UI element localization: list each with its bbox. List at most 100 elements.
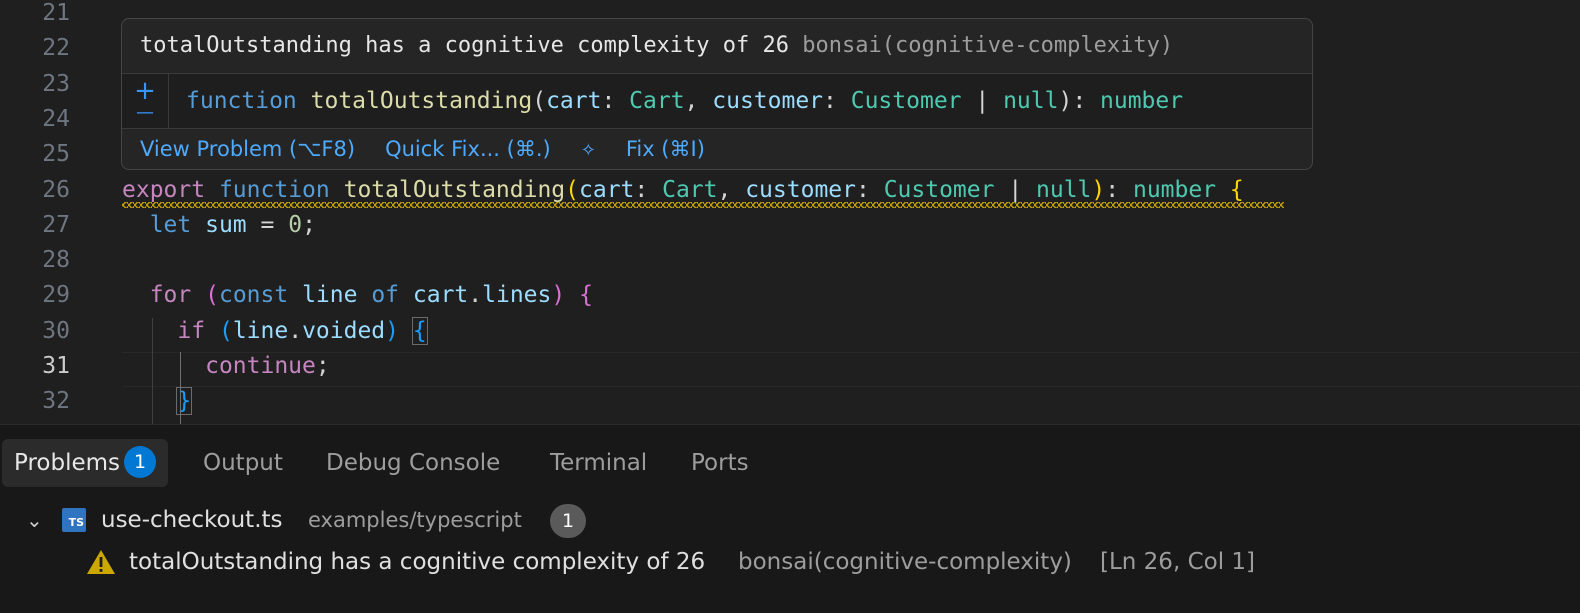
code-token: = xyxy=(246,211,289,238)
code-token: . xyxy=(288,317,303,344)
code-token: Customer xyxy=(850,88,962,114)
code-token: : xyxy=(634,176,663,203)
code-content: if (line.voided) { xyxy=(122,314,428,349)
code-token: ( xyxy=(565,176,580,203)
code-line[interactable]: 30 if (line.voided) { xyxy=(0,314,1580,349)
code-token: null xyxy=(1036,176,1092,203)
code-line[interactable]: 29 for (const line of cart.lines) { xyxy=(0,278,1580,313)
code-token: | xyxy=(961,88,1004,114)
code-token: | xyxy=(994,176,1037,203)
line-number: 26 xyxy=(42,176,70,203)
line-number: 29 xyxy=(42,282,70,309)
line-number: 31 xyxy=(42,353,70,379)
code-token: ) xyxy=(551,282,566,309)
code-token: line xyxy=(302,282,358,309)
warning-squiggle xyxy=(122,202,1284,208)
problem-file-group[interactable]: ⌄ TS use-checkout.ts examples/typescript… xyxy=(0,499,1580,541)
code-content: let sum = 0; xyxy=(122,208,316,243)
line-number: 23 xyxy=(42,70,70,97)
code-token: Cart xyxy=(629,88,685,114)
problem-hover-widget[interactable]: totalOutstanding has a cognitive complex… xyxy=(121,18,1313,170)
indent-guide-active xyxy=(180,352,181,424)
code-line[interactable]: 32 } xyxy=(0,384,1580,419)
problem-item[interactable]: totalOutstanding has a cognitive complex… xyxy=(0,541,1580,583)
code-token: let xyxy=(149,211,192,238)
code-token: : xyxy=(1105,176,1133,203)
tab-problems-label: Problems xyxy=(14,450,121,476)
code-token: : xyxy=(601,88,630,114)
line-number: 21 xyxy=(42,0,70,26)
code-token: if xyxy=(177,317,206,344)
line-number: 30 xyxy=(42,317,70,344)
code-token: voided xyxy=(302,317,386,344)
view-problem-link[interactable]: View Problem (⌥F8) xyxy=(140,137,355,161)
tab-output[interactable]: Output xyxy=(203,439,283,487)
code-token: ; xyxy=(315,353,330,379)
code-token: ( xyxy=(532,88,547,114)
chevron-down-icon[interactable]: ⌄ xyxy=(26,499,43,541)
fix-link[interactable]: ✧ Fix (⌘I) xyxy=(581,137,735,161)
indent-guide xyxy=(152,318,153,424)
warning-icon xyxy=(87,550,115,574)
sparkle-icon: ✧ xyxy=(580,140,596,161)
code-token: function xyxy=(186,88,297,114)
code-token: { xyxy=(411,316,428,345)
code-token: customer xyxy=(745,176,856,203)
code-token: , xyxy=(684,88,713,114)
code-editor[interactable]: 21 22 23 24 25 26 export function totalOutstan… xyxy=(0,0,1580,424)
tab-problems[interactable]: Problems 1 xyxy=(2,439,169,487)
code-token: cart xyxy=(579,176,635,203)
tab-debug-console[interactable]: Debug Console xyxy=(326,439,500,487)
code-token: customer xyxy=(712,88,824,114)
line-number: 27 xyxy=(42,211,70,238)
code-token: for xyxy=(149,282,192,309)
problem-message: totalOutstanding has a cognitive complex… xyxy=(129,549,706,575)
code-token: : xyxy=(1072,88,1101,114)
code-token: ) xyxy=(385,317,400,344)
code-token: ) xyxy=(1091,176,1106,203)
hover-message-source: bonsai(cognitive-complexity) xyxy=(802,33,1174,58)
fix-link-label: Fix (⌘I) xyxy=(625,137,705,161)
hover-signature-block: + — function totalOutstanding(cart: Cart… xyxy=(122,73,1312,129)
code-token: export xyxy=(122,176,206,203)
code-token: { xyxy=(579,282,593,309)
plus-icon[interactable]: + xyxy=(134,78,156,104)
code-content: continue; xyxy=(122,349,330,384)
code-token: ( xyxy=(218,317,233,344)
code-token: lines xyxy=(482,282,552,309)
line-number: 25 xyxy=(42,141,70,168)
line-number: 24 xyxy=(42,105,70,132)
problem-source: bonsai(cognitive-complexity) xyxy=(738,549,1072,575)
quick-fix-link[interactable]: Quick Fix... (⌘.) xyxy=(385,137,551,161)
line-number: 22 xyxy=(42,35,70,62)
hover-message-text: totalOutstanding has a cognitive complex… xyxy=(140,33,790,58)
hover-message: totalOutstanding has a cognitive complex… xyxy=(140,29,1173,63)
code-line[interactable]: 31 continue; xyxy=(0,349,1580,384)
code-line[interactable]: 28 xyxy=(0,243,1580,278)
tab-terminal[interactable]: Terminal xyxy=(550,439,647,487)
code-line[interactable]: 27 let sum = 0; xyxy=(0,208,1580,243)
code-token: ) xyxy=(1058,88,1073,114)
code-content: for (const line of cart.lines) { xyxy=(122,278,593,313)
problem-file-name: use-checkout.ts xyxy=(101,507,283,533)
problem-location: [Ln 26, Col 1] xyxy=(1100,549,1256,575)
code-token: sum xyxy=(205,211,247,238)
expand-collapse-toggle[interactable]: + — xyxy=(134,78,156,124)
bottom-panel: Problems 1 Output Debug Console Terminal … xyxy=(0,424,1580,613)
problem-file-path: examples/typescript xyxy=(308,508,522,532)
minus-icon[interactable]: — xyxy=(134,102,156,124)
tab-ports[interactable]: Ports xyxy=(691,439,749,487)
